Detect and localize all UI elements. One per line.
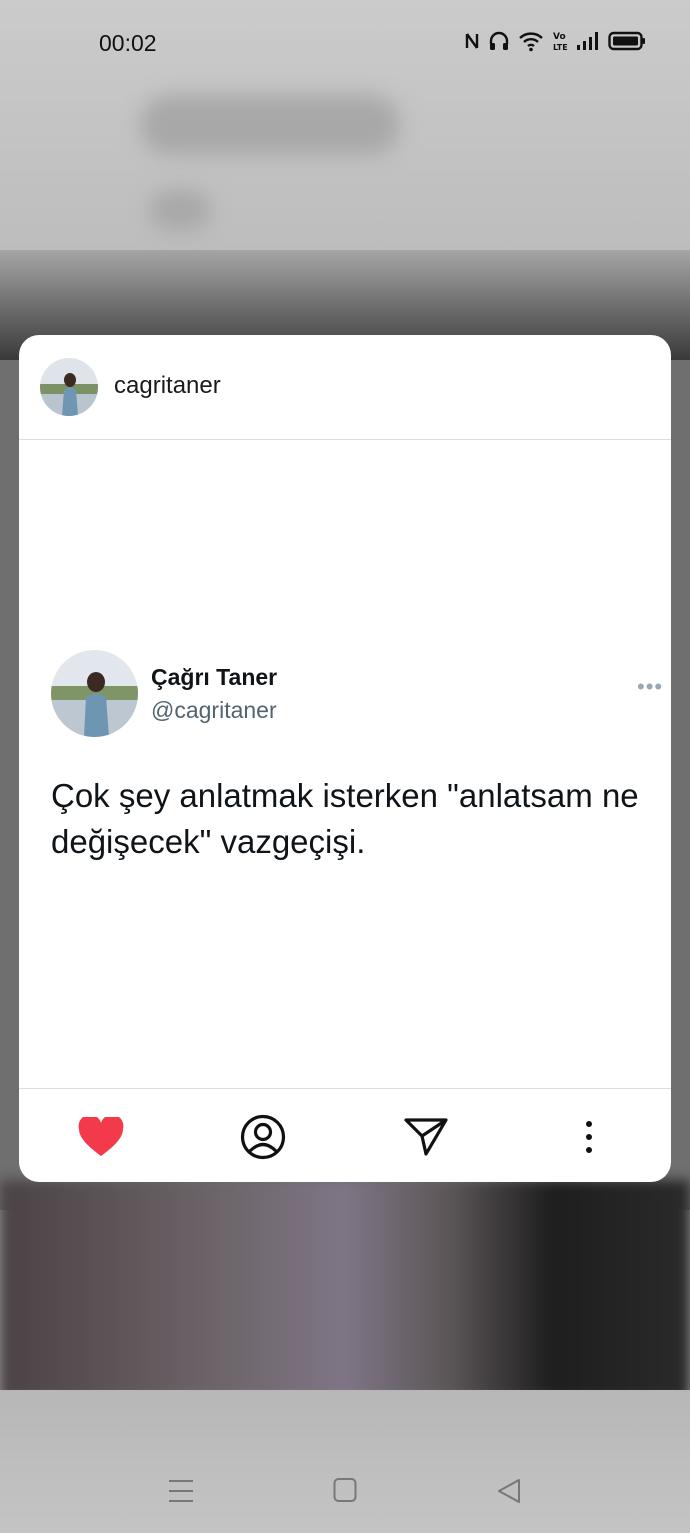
wifi-icon [519, 32, 543, 52]
back-icon [498, 1479, 520, 1503]
avatar[interactable] [40, 358, 98, 416]
nfc-icon [465, 33, 479, 49]
status-bar: 00:02 Vo LTE [0, 0, 690, 86]
tweet-more-icon: ••• [637, 674, 664, 699]
headphones-icon [489, 31, 509, 50]
tweet-display-name: Çağrı Taner [151, 664, 278, 690]
svg-text:LTE: LTE [553, 43, 568, 52]
signal-icon [577, 32, 598, 50]
share-preview-card: cagritaner Çağrı Taner @cagritaner ••• Ç… [19, 335, 671, 1182]
username[interactable]: cagritaner [114, 372, 221, 400]
volte-icon: VoLTE [553, 32, 568, 52]
action-bar [19, 1088, 671, 1182]
like-button[interactable] [77, 1113, 125, 1161]
heart-icon [78, 1117, 124, 1156]
tweet-image: Çağrı Taner @cagritaner ••• Çok şey anla… [19, 440, 671, 1088]
profile-button[interactable] [239, 1113, 287, 1161]
home-button[interactable] [333, 1477, 357, 1508]
home-icon [333, 1478, 357, 1502]
tweet-text: Çok şey anlatmak isterken "anlatsam ne d… [51, 777, 639, 860]
more-vertical-icon [586, 1121, 592, 1153]
clock: 00:02 [99, 30, 157, 56]
status-icons: Vo LTE [464, 30, 646, 52]
profile-icon [240, 1114, 286, 1160]
send-button[interactable] [402, 1113, 450, 1161]
menu-icon [169, 1480, 193, 1502]
tweet-handle: @cagritaner [151, 697, 277, 723]
svg-text:Vo: Vo [553, 32, 566, 42]
more-options-button[interactable] [565, 1113, 613, 1161]
navigation-bar [0, 1455, 690, 1533]
battery-icon [608, 31, 645, 51]
card-header: cagritaner [19, 335, 671, 440]
tweet-avatar [51, 650, 138, 737]
recents-button[interactable] [168, 1477, 194, 1510]
send-icon [404, 1118, 448, 1156]
back-button[interactable] [496, 1477, 522, 1510]
